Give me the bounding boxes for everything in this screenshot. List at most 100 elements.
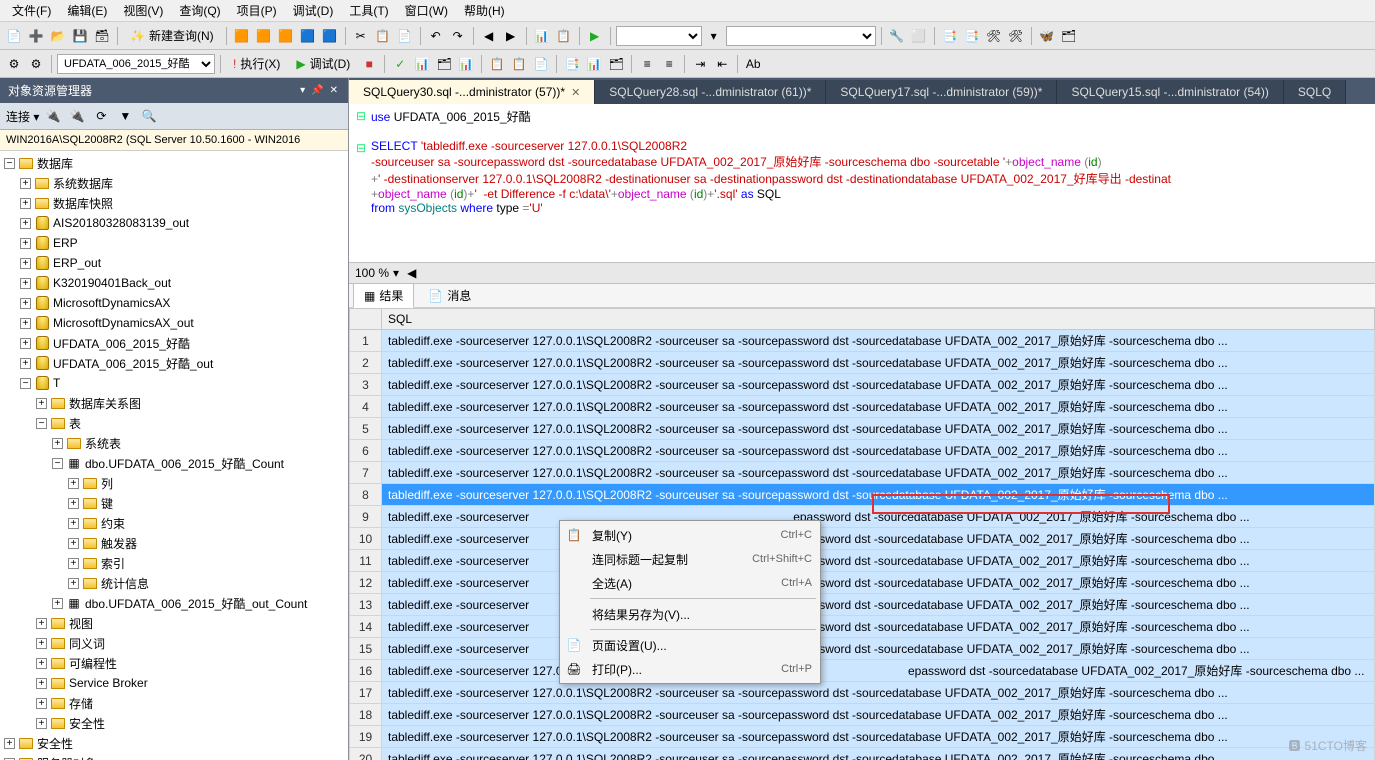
toolbar-icon[interactable]: Ab — [743, 54, 763, 74]
table-row[interactable]: 3 tablediff.exe -sourceserver 127.0.0.1\… — [350, 374, 1375, 396]
tree-node[interactable]: + 存储 — [0, 693, 348, 713]
toolbar-icon[interactable]: 📋 — [509, 54, 529, 74]
toolbar-icon[interactable]: 🟦 — [320, 26, 340, 46]
expand-icon[interactable]: + — [36, 658, 47, 669]
paste-icon[interactable]: 📄 — [395, 26, 415, 46]
table-row[interactable]: 19 tablediff.exe -sourceserver 127.0.0.1… — [350, 726, 1375, 748]
zoom-level[interactable]: 100 % — [355, 266, 389, 280]
tree-node[interactable]: +服务器对象 — [0, 753, 348, 760]
config-dropdown[interactable] — [616, 26, 702, 46]
expand-icon[interactable]: + — [68, 578, 79, 589]
tree-node[interactable]: + 同义词 — [0, 633, 348, 653]
toolbar-icon[interactable]: 📑 — [562, 54, 582, 74]
tree-node-table[interactable]: −▦dbo.UFDATA_006_2015_好酷_Count — [0, 453, 348, 473]
cell[interactable]: tablediff.exe -sourceserver 127.0.0.1\SQ… — [382, 396, 1375, 418]
expand-icon[interactable]: + — [52, 598, 63, 609]
expand-icon[interactable]: + — [68, 518, 79, 529]
tree-node-db[interactable]: + UFDATA_006_2015_好酷_out — [0, 353, 348, 373]
tab[interactable]: SQLQuery17.sql -...dministrator (59))* — [826, 80, 1057, 104]
table-row[interactable]: 14 tablediff.exe -sourceserverepassword … — [350, 616, 1375, 638]
cell[interactable]: tablediff.exe -sourceserver 127.0.0.1\SQ… — [382, 704, 1375, 726]
copy-icon[interactable]: 📋 — [373, 26, 393, 46]
sql-editor[interactable]: ⊟⊟ use UFDATA_006_2015_好酷 SELECT 'tabled… — [349, 104, 1375, 262]
row-number[interactable]: 10 — [350, 528, 382, 550]
context-menu-item[interactable]: 全选(A)Ctrl+A — [562, 571, 818, 595]
table-row[interactable]: 17 tablediff.exe -sourceserver 127.0.0.1… — [350, 682, 1375, 704]
cell[interactable]: tablediff.exe -sourceserver 127.0.0.1\SQ… — [382, 374, 1375, 396]
tab[interactable]: SQLQ — [1284, 80, 1346, 104]
table-row[interactable]: 5 tablediff.exe -sourceserver 127.0.0.1\… — [350, 418, 1375, 440]
tree-node-db[interactable]: + MicrosoftDynamicsAX_out — [0, 313, 348, 333]
tree-node-db[interactable]: + AIS20180328083139_out — [0, 213, 348, 233]
dropdown-icon[interactable]: ▾ — [704, 26, 724, 46]
tree-node-db[interactable]: + ERP — [0, 233, 348, 253]
menu-help[interactable]: 帮助(H) — [456, 0, 513, 21]
context-menu-item[interactable]: 📄页面设置(U)... — [562, 633, 818, 657]
tree-node[interactable]: +数据库关系图 — [0, 393, 348, 413]
indent-icon[interactable]: ⇥ — [690, 54, 710, 74]
expand-icon[interactable]: + — [20, 298, 31, 309]
nav-back-icon[interactable]: ◀ — [479, 26, 499, 46]
parse-icon[interactable]: ✓ — [390, 54, 410, 74]
code-text[interactable]: use UFDATA_006_2015_好酷 SELECT 'tablediff… — [371, 108, 1171, 258]
results-grid[interactable]: SQL 1 tablediff.exe -sourceserver 127.0.… — [349, 308, 1375, 760]
results-tab[interactable]: ▦结果 — [353, 283, 414, 308]
play-icon[interactable]: ▶ — [585, 26, 605, 46]
cell[interactable]: tablediff.exe -sourceserverepassword dst… — [382, 616, 1375, 638]
cell[interactable]: tablediff.exe -sourceserverepassword dst… — [382, 506, 1375, 528]
tree-node-db[interactable]: + 数据库快照 — [0, 193, 348, 213]
menu-edit[interactable]: 编辑(E) — [59, 0, 115, 21]
toolbar-icon[interactable]: 🔍 — [139, 106, 159, 126]
pin-icon[interactable]: ▾ — [298, 85, 307, 96]
expand-icon[interactable]: + — [36, 698, 47, 709]
row-number[interactable]: 7 — [350, 462, 382, 484]
context-menu-item[interactable]: 连同标题一起复制Ctrl+Shift+C — [562, 547, 818, 571]
outdent-icon[interactable]: ⇤ — [712, 54, 732, 74]
tree-node-db[interactable]: + ERP_out — [0, 253, 348, 273]
row-number[interactable]: 17 — [350, 682, 382, 704]
pin-icon[interactable]: 📌 — [309, 85, 325, 96]
expand-icon[interactable]: + — [36, 678, 47, 689]
table-row[interactable]: 11 tablediff.exe -sourceserverepassword … — [350, 550, 1375, 572]
row-number[interactable]: 13 — [350, 594, 382, 616]
database-selector[interactable]: UFDATA_006_2015_好酷 — [57, 54, 215, 74]
collapse-icon[interactable]: − — [36, 418, 47, 429]
expand-icon[interactable]: + — [36, 618, 47, 629]
toolbar-icon[interactable]: 🔌 — [43, 106, 63, 126]
cell[interactable]: tablediff.exe -sourceserver 127.0.0.1\SQ… — [382, 418, 1375, 440]
row-number[interactable]: 4 — [350, 396, 382, 418]
refresh-icon[interactable]: ⟳ — [91, 106, 111, 126]
toolbar-icon[interactable]: ⚙ — [4, 54, 24, 74]
cell[interactable]: tablediff.exe -sourceserverepassword dst… — [382, 594, 1375, 616]
context-menu-item[interactable]: 🖨打印(P)...Ctrl+P — [562, 657, 818, 681]
tree-node-db[interactable]: + UFDATA_006_2015_好酷 — [0, 333, 348, 353]
toolbar-icon[interactable]: 🟧 — [276, 26, 296, 46]
toolbar-icon[interactable]: 📊 — [456, 54, 476, 74]
row-number[interactable]: 3 — [350, 374, 382, 396]
new-project-icon[interactable]: 📄 — [4, 26, 24, 46]
tree-node-db[interactable]: + K320190401Back_out — [0, 273, 348, 293]
expand-icon[interactable]: + — [20, 258, 31, 269]
uncomment-icon[interactable]: ≡ — [659, 54, 679, 74]
cell[interactable]: tablediff.exe -sourceserver 127.0.0.1\SQ… — [382, 330, 1375, 352]
collapse-icon[interactable]: − — [52, 458, 63, 469]
expand-icon[interactable]: + — [20, 178, 31, 189]
expand-icon[interactable]: + — [68, 538, 79, 549]
tree-node[interactable]: +安全性 — [0, 733, 348, 753]
table-row[interactable]: 12 tablediff.exe -sourceserverepassword … — [350, 572, 1375, 594]
tree-node[interactable]: + 约束 — [0, 513, 348, 533]
cell[interactable]: tablediff.exe -sourceserver 127.0.0.1\SQ… — [382, 440, 1375, 462]
corner-cell[interactable] — [350, 309, 382, 330]
new-query-button[interactable]: ✨新建查询(N) — [123, 25, 221, 47]
config-dropdown-2[interactable] — [726, 26, 876, 46]
tree-node[interactable]: + 列 — [0, 473, 348, 493]
expand-icon[interactable]: + — [20, 358, 31, 369]
tab[interactable]: SQLQuery15.sql -...dministrator (54)) — [1057, 80, 1283, 104]
menu-tools[interactable]: 工具(T) — [341, 0, 396, 21]
context-menu-item[interactable]: 将结果另存为(V)... — [562, 602, 818, 626]
tree-node-db[interactable]: − T — [0, 373, 348, 393]
tree-node[interactable]: + 统计信息 — [0, 573, 348, 593]
expand-icon[interactable]: + — [52, 438, 63, 449]
tree-node[interactable]: + 触发器 — [0, 533, 348, 553]
expand-icon[interactable]: + — [4, 738, 15, 749]
